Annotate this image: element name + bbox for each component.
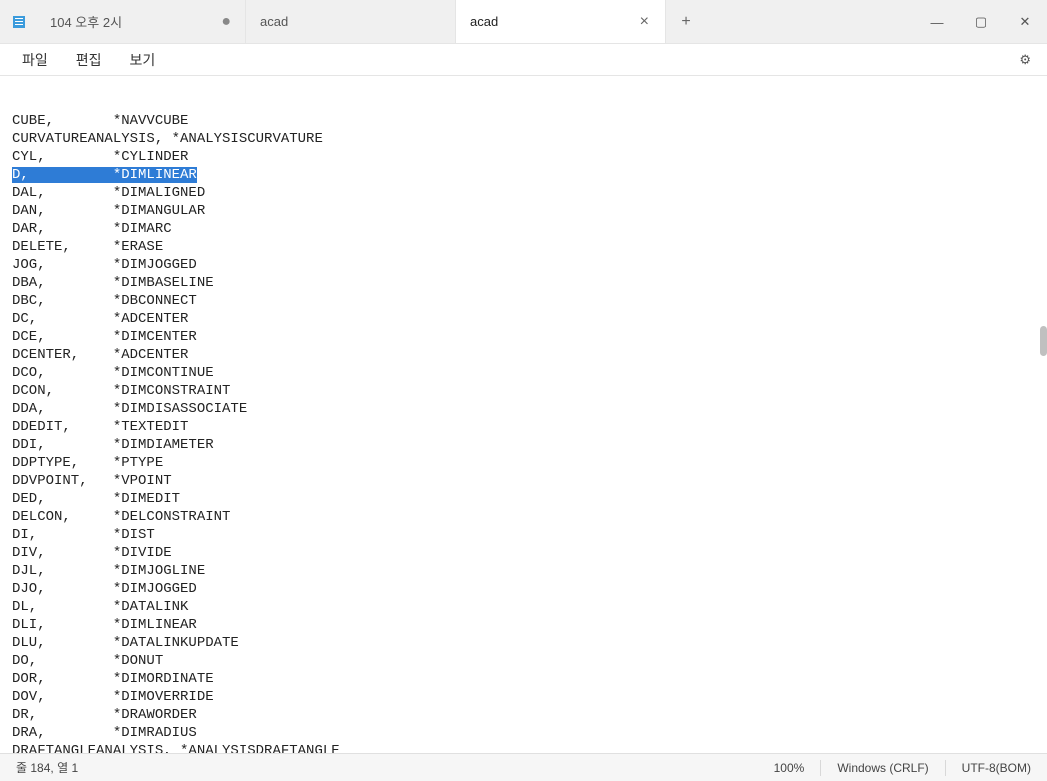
editor-line: DC, *ADCENTER	[12, 310, 1035, 328]
editor-line: DELCON, *DELCONSTRAINT	[12, 508, 1035, 526]
menubar: 파일편집보기 ⚙	[0, 44, 1047, 76]
editor-line: DI, *DIST	[12, 526, 1035, 544]
new-tab-button[interactable]: +	[666, 0, 706, 43]
tab-0[interactable]: 104 오후 2시 ●	[36, 0, 246, 43]
editor-line: DED, *DIMEDIT	[12, 490, 1035, 508]
tab-1[interactable]: acad	[246, 0, 456, 43]
editor-line: DLU, *DATALINKUPDATE	[12, 634, 1035, 652]
maximize-icon: ▢	[975, 14, 987, 30]
minimize-button[interactable]: —	[915, 0, 959, 44]
editor-area[interactable]: CUBE, *NAVVCUBECURVATUREANALYSIS, *ANALY…	[0, 76, 1047, 753]
editor-line: DBA, *DIMBASELINE	[12, 274, 1035, 292]
zoom-level[interactable]: 100%	[758, 761, 821, 775]
editor-line: DLI, *DIMLINEAR	[12, 616, 1035, 634]
editor-line: DOR, *DIMORDINATE	[12, 670, 1035, 688]
editor-line: DBC, *DBCONNECT	[12, 292, 1035, 310]
editor-line: DDEDIT, *TEXTEDIT	[12, 418, 1035, 436]
editor-line: DCON, *DIMCONSTRAINT	[12, 382, 1035, 400]
app-icon	[10, 13, 28, 31]
editor-line: DOV, *DIMOVERRIDE	[12, 688, 1035, 706]
editor-line: DAN, *DIMANGULAR	[12, 202, 1035, 220]
editor-line: DELETE, *ERASE	[12, 238, 1035, 256]
scrollbar-thumb[interactable]	[1040, 326, 1047, 356]
editor-line: DAL, *DIMALIGNED	[12, 184, 1035, 202]
editor-line: DRA, *DIMRADIUS	[12, 724, 1035, 742]
editor-line: CURVATUREANALYSIS, *ANALYSISCURVATURE	[12, 130, 1035, 148]
menu-item-2[interactable]: 보기	[116, 46, 170, 74]
editor-line: DIV, *DIVIDE	[12, 544, 1035, 562]
modified-indicator: ●	[221, 13, 231, 31]
editor-line: CYL, *CYLINDER	[12, 148, 1035, 166]
cursor-position[interactable]: 줄 184, 열 1	[0, 759, 94, 776]
settings-button[interactable]: ⚙	[1011, 48, 1039, 72]
encoding[interactable]: UTF-8(BOM)	[946, 761, 1047, 775]
gear-icon: ⚙	[1019, 52, 1031, 67]
editor-line: CUBE, *NAVVCUBE	[12, 112, 1035, 130]
maximize-button[interactable]: ▢	[959, 0, 1003, 44]
editor-line: DCE, *DIMCENTER	[12, 328, 1035, 346]
editor-line: DDPTYPE, *PTYPE	[12, 454, 1035, 472]
minimize-icon: —	[931, 15, 944, 30]
editor-line: DL, *DATALINK	[12, 598, 1035, 616]
statusbar: 줄 184, 열 1 100% Windows (CRLF) UTF-8(BOM…	[0, 753, 1047, 781]
editor-line: DDA, *DIMDISASSOCIATE	[12, 400, 1035, 418]
editor-line: DCO, *DIMCONTINUE	[12, 364, 1035, 382]
editor-line: D, *DIMLINEAR	[12, 166, 1035, 184]
close-window-icon: ✕	[1020, 14, 1031, 30]
window-controls: — ▢ ✕	[915, 0, 1047, 43]
editor-line: DDVPOINT, *VPOINT	[12, 472, 1035, 490]
tab-close-icon[interactable]: ×	[638, 13, 651, 31]
editor-line: DO, *DONUT	[12, 652, 1035, 670]
selection: D, *DIMLINEAR	[12, 167, 197, 183]
editor-line: DCENTER, *ADCENTER	[12, 346, 1035, 364]
tab-2[interactable]: acad ×	[456, 0, 666, 43]
editor-line: DJL, *DIMJOGLINE	[12, 562, 1035, 580]
tab-title: acad	[470, 14, 630, 29]
editor-line: DDI, *DIMDIAMETER	[12, 436, 1035, 454]
menu-item-1[interactable]: 편집	[62, 46, 116, 74]
editor-line: DRAFTANGLEANALYSIS, *ANALYSISDRAFTANGLE	[12, 742, 1035, 753]
editor-line: DJO, *DIMJOGGED	[12, 580, 1035, 598]
titlebar: 104 오후 2시 ● acad acad × + — ▢ ✕	[0, 0, 1047, 44]
plus-icon: +	[681, 13, 690, 31]
close-window-button[interactable]: ✕	[1003, 0, 1047, 44]
editor-line: DR, *DRAWORDER	[12, 706, 1035, 724]
menu-item-0[interactable]: 파일	[8, 46, 62, 74]
line-ending[interactable]: Windows (CRLF)	[821, 761, 944, 775]
editor-line: JOG, *DIMJOGGED	[12, 256, 1035, 274]
tab-title: 104 오후 2시	[50, 12, 213, 31]
tab-title: acad	[260, 14, 441, 29]
editor-line: DAR, *DIMARC	[12, 220, 1035, 238]
